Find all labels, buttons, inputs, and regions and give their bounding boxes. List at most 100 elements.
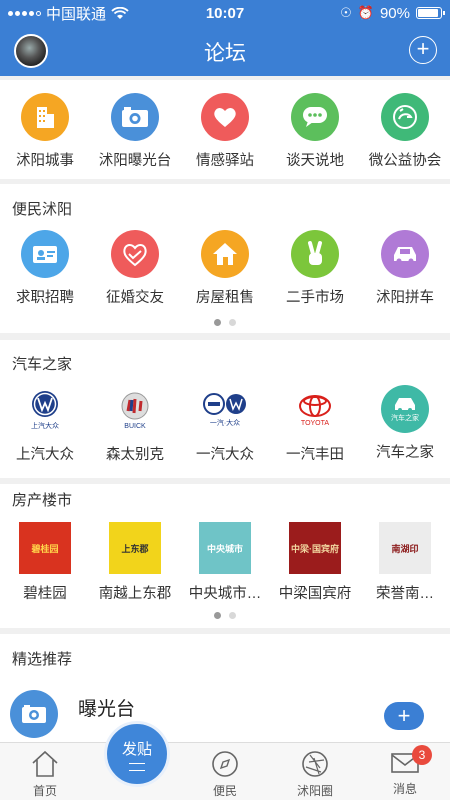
grid-item[interactable]: 中梁·国宾府中梁国宾府 — [270, 522, 360, 603]
grid-item[interactable]: 沭阳曝光台 — [90, 93, 180, 170]
rotation-lock-icon: ☉ — [340, 5, 352, 20]
biguiyuan-logo-icon: 碧桂园 — [19, 522, 71, 574]
grid-item[interactable]: 南湖印荣誉南… — [360, 522, 450, 603]
zhongliang-logo-icon: 中梁·国宾府 — [289, 522, 341, 574]
grid-item[interactable]: 碧桂园 碧桂园 — [0, 522, 90, 603]
tab-bianmin[interactable]: 便民 — [180, 743, 270, 800]
compass-icon — [212, 751, 238, 777]
tab-shuyang-circle[interactable]: 沭阳圈 — [270, 743, 360, 800]
page-indicator — [0, 612, 450, 619]
grid-item[interactable]: 求职招聘 — [0, 230, 90, 307]
grid-item-label: 一汽丰田 — [286, 447, 344, 463]
avatar[interactable] — [14, 34, 48, 68]
grid-item[interactable]: 微公益协会 — [360, 93, 450, 170]
grid-item-label: 汽车之家 — [376, 445, 434, 461]
floating-add-button[interactable]: + — [384, 702, 424, 730]
featured-item[interactable]: 曝光台 — [10, 690, 370, 740]
logo-caption: 汽车之家 — [391, 415, 419, 422]
grid-item-label: 征婚交友 — [106, 290, 164, 306]
page-dot — [229, 612, 236, 619]
forum-category-grid: 沭阳城事 沭阳曝光台 情感驿站 谈天说地 微公益协会 — [0, 93, 450, 170]
buick-logo-icon: BUICK — [110, 385, 160, 435]
grid-item-label: 二手市场 — [286, 290, 344, 306]
tab-bar: 首页 便民 沭阳圈 消息 3 — [0, 742, 450, 800]
heart-icon — [201, 93, 249, 141]
page-dot-active — [214, 612, 221, 619]
alarm-icon: ⏰ — [357, 5, 374, 20]
jingxuan-section: 精选推荐 曝光台 — [0, 634, 450, 744]
section-title: 房产楼市 — [12, 492, 73, 509]
grid-item-label: 一汽大众 — [196, 447, 254, 463]
post-button-label: 发贴 — [121, 740, 152, 758]
toyota-logo-icon: TOYOTA — [290, 385, 340, 435]
grid-item-label: 沭阳曝光台 — [98, 153, 172, 169]
handshake-heart-icon — [111, 230, 159, 278]
grid-item[interactable]: 上东郡 南越上东郡 — [90, 522, 180, 603]
zhongyang-logo-icon: 中央城市 — [199, 522, 251, 574]
grid-item[interactable]: BUICK 森太别克 — [90, 385, 180, 464]
add-post-button[interactable]: + — [409, 36, 437, 64]
bianmin-grid: 求职招聘 征婚交友 房屋租售 二手市场 沭阳拼车 — [0, 230, 450, 307]
logo-caption: 南湖印 — [391, 543, 419, 554]
logo-caption: 中央城市 — [206, 543, 243, 554]
carrier-label: 中国联通 — [46, 5, 107, 23]
grid-item[interactable]: TOYOTA 一汽丰田 — [270, 385, 360, 464]
victory-hand-icon — [291, 230, 339, 278]
rongyu-logo-icon: 南湖印 — [379, 522, 431, 574]
logo-caption: 上汽大众 — [31, 423, 59, 430]
tab-label: 首页 — [32, 784, 57, 798]
logo-caption: BUICK — [124, 422, 146, 430]
grid-item-label: 情感驿站 — [196, 153, 254, 169]
tab-label: 便民 — [212, 784, 237, 798]
aperture-icon — [302, 751, 328, 777]
id-card-icon — [21, 230, 69, 278]
section-title: 汽车之家 — [12, 356, 73, 373]
car-icon — [381, 230, 429, 278]
featured-item-title: 曝光台 — [78, 699, 136, 720]
grid-item[interactable]: 沭阳拼车 — [360, 230, 450, 307]
logo-caption: 一汽·大众 — [209, 420, 241, 427]
fangchan-section: 房产楼市 碧桂园 碧桂园 上东郡 南越上东郡 中央城市 中央城市… 中梁·国宾府 中梁国宾府南… — [0, 484, 450, 628]
grid-item[interactable]: 房屋租售 — [180, 230, 270, 307]
grid-item-label: 微公益协会 — [368, 153, 442, 169]
camera-icon — [111, 93, 159, 141]
signal-icon — [8, 10, 41, 16]
forum-category-card: 沭阳城事 沭阳曝光台 情感驿站 谈天说地 微公益协会 — [0, 80, 450, 179]
nanyue-logo-icon: 上东郡 — [109, 522, 161, 574]
wifi-icon — [111, 6, 129, 19]
grid-item[interactable]: 征婚交友 — [90, 230, 180, 307]
post-icon — [129, 762, 145, 771]
tab-label: 沭阳圈 — [296, 784, 333, 798]
grid-item-label: 中央城市… — [188, 586, 262, 602]
building-icon — [21, 93, 69, 141]
fangchan-grid: 碧桂园 碧桂园 上东郡 南越上东郡 中央城市 中央城市… 中梁·国宾府 中梁国宾府 南湖印 荣誉南… — [0, 522, 450, 603]
camera-icon — [10, 690, 58, 738]
tab-label: 消息 — [392, 782, 417, 796]
grid-item[interactable]: 谈天说地 — [270, 93, 360, 170]
car-home-icon: 汽车之家 — [381, 385, 429, 433]
qiche-section: 汽车之家 上汽大众 上汽大众 BUICK 森太别克 一汽·大众 一汽大众 TOYOTA 一汽丰… — [0, 340, 450, 478]
post-button[interactable]: 发贴 — [104, 721, 170, 787]
grid-item-label: 中梁国宾府 — [278, 586, 352, 602]
bianmin-section: 便民沭阳 求职招聘 征婚交友 房屋租售 二手市场 沭阳拼车 — [0, 184, 450, 333]
tab-home[interactable]: 首页 — [0, 743, 90, 800]
tab-messages[interactable]: 消息 3 — [360, 743, 450, 800]
grid-item[interactable]: 中央城市中央城市… — [180, 522, 270, 603]
section-title: 精选推荐 — [12, 651, 73, 668]
logo-caption: 碧桂园 — [31, 543, 59, 554]
page-indicator — [0, 319, 450, 326]
grid-item[interactable]: 情感驿站 — [180, 93, 270, 170]
grid-item[interactable]: 沭阳城事 — [0, 93, 90, 170]
logo-caption: 中梁·国宾府 — [291, 543, 339, 554]
grid-item[interactable]: 上汽大众 上汽大众 — [0, 385, 90, 464]
grid-item[interactable]: 二手市场 — [270, 230, 360, 307]
chat-icon — [291, 93, 339, 141]
status-bar: 中国联通 10:07 ☉ ⏰ 90% — [0, 0, 450, 26]
battery-icon — [416, 7, 445, 19]
grid-item-label: 荣誉南… — [376, 586, 434, 602]
faw-vw-logo-icon: 一汽·大众 — [200, 385, 250, 435]
qiche-grid: 上汽大众 上汽大众 BUICK 森太别克 一汽·大众 一汽大众 TOYOTA 一汽丰田 汽车之家… — [0, 385, 450, 464]
grid-item-label: 沭阳拼车 — [376, 290, 434, 306]
grid-item[interactable]: 一汽·大众一汽大众 — [180, 385, 270, 464]
grid-item[interactable]: 汽车之家 汽车之家 — [360, 385, 450, 464]
